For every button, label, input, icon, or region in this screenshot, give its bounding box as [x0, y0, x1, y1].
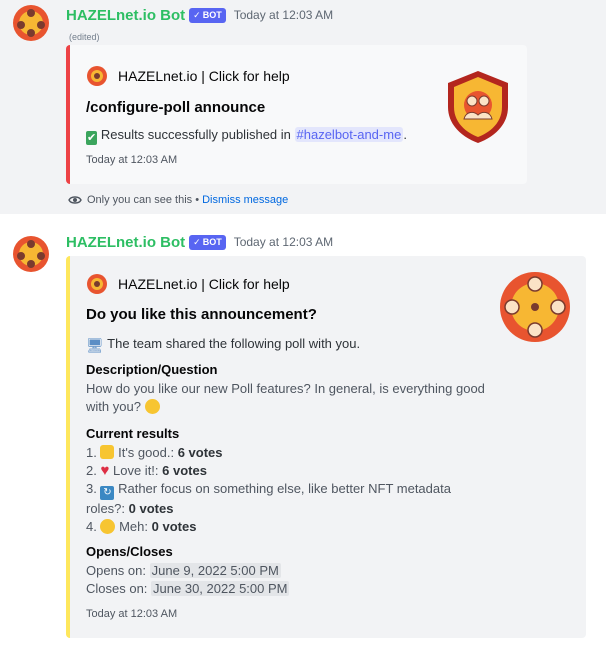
repeat-emoji-icon: ↻ — [100, 486, 115, 500]
channel-mention[interactable]: #hazelbot-and-me — [294, 127, 404, 142]
username[interactable]: HAZELnet.io Bot — [66, 234, 185, 251]
embed-title: /configure-poll announce — [86, 99, 266, 116]
hazelnet-logo-icon — [87, 274, 107, 294]
result-item: 1. It's good.: 6 votes — [86, 445, 223, 460]
smiley-emoji-icon — [144, 399, 160, 414]
embed-author-name: HAZELnet.io | Click for help — [118, 276, 290, 292]
author-row: HAZELnet.io Bot ✓ BOT Today at 12:03 AM — [66, 5, 333, 25]
field-results-title: Current results — [86, 426, 180, 441]
neutral-face-emoji-icon — [100, 519, 116, 534]
hazelnet-logo-icon — [87, 66, 107, 86]
timestamp[interactable]: Today at 12:03 AM — [234, 8, 333, 22]
result-item: 4. Meh: 0 votes — [86, 519, 197, 534]
check-icon: ✓ — [193, 9, 201, 20]
embed-author[interactable]: HAZELnet.io | Click for help — [86, 65, 290, 87]
field-opens-closes-title: Opens/Closes — [86, 544, 173, 559]
message-poll: HAZELnet.io Bot ✓ BOT Today at 12:03 AM … — [0, 214, 606, 658]
result-item: 2. ♥ Love it!: 6 votes — [86, 462, 207, 479]
bot-tag: ✓ BOT — [189, 234, 226, 250]
shield-thumbnail-icon[interactable] — [444, 69, 512, 145]
bot-avatar[interactable] — [12, 235, 50, 273]
message-ephemeral: HAZELnet.io Bot ✓ BOT Today at 12:03 AM … — [0, 0, 606, 214]
embed-body: ✔ Results successfully published in #haz… — [86, 127, 407, 145]
timestamp[interactable]: Today at 12:03 AM — [234, 235, 333, 249]
bot-tag: ✓ BOT — [189, 7, 226, 23]
heart-emoji-icon: ♥ — [100, 462, 110, 479]
thumbs-up-emoji-icon — [100, 445, 115, 459]
result-item: 3. ↻ Rather focus on something else, lik… — [86, 481, 451, 516]
edited-label: (edited) — [69, 32, 100, 42]
loudspeaker-emoji-icon: 🖥 — [86, 337, 104, 353]
field-results-value: 1. It's good.: 6 votes 2. ♥ Love it!: 6 … — [86, 444, 506, 536]
embed-footer-timestamp: Today at 12:03 AM — [86, 154, 178, 166]
field-description-value: How do you like our new Poll features? I… — [86, 381, 485, 414]
field-opens-closes-value: Opens on: June 9, 2022 5:00 PM Closes on… — [86, 563, 290, 596]
closes-date[interactable]: June 30, 2022 5:00 PM — [151, 581, 290, 596]
embed-author-name: HAZELnet.io | Click for help — [118, 68, 290, 84]
eye-icon — [68, 196, 82, 204]
check-icon: ✓ — [193, 236, 201, 247]
check-mark-emoji-icon: ✔ — [86, 131, 98, 145]
field-description-title: Description/Question — [86, 362, 218, 377]
embed-title: Do you like this announcement? — [86, 306, 317, 323]
bot-avatar[interactable] — [12, 4, 50, 42]
embed-footer-timestamp: Today at 12:03 AM — [86, 608, 178, 620]
embed-configure-poll: HAZELnet.io | Click for help /configure-… — [66, 45, 527, 184]
dismiss-message-link[interactable]: Dismiss message — [202, 194, 288, 206]
embed-author[interactable]: HAZELnet.io | Click for help — [86, 273, 290, 295]
ephemeral-notice: Only you can see this • Dismiss message — [68, 194, 288, 206]
embed-poll: HAZELnet.io | Click for help Do you like… — [66, 256, 586, 638]
team-thumbnail-icon[interactable] — [498, 270, 572, 344]
embed-intro: 🖥 The team shared the following poll wit… — [86, 336, 361, 353]
username[interactable]: HAZELnet.io Bot — [66, 7, 185, 24]
opens-date[interactable]: June 9, 2022 5:00 PM — [149, 563, 281, 578]
author-row: HAZELnet.io Bot ✓ BOT Today at 12:03 AM — [66, 232, 333, 252]
